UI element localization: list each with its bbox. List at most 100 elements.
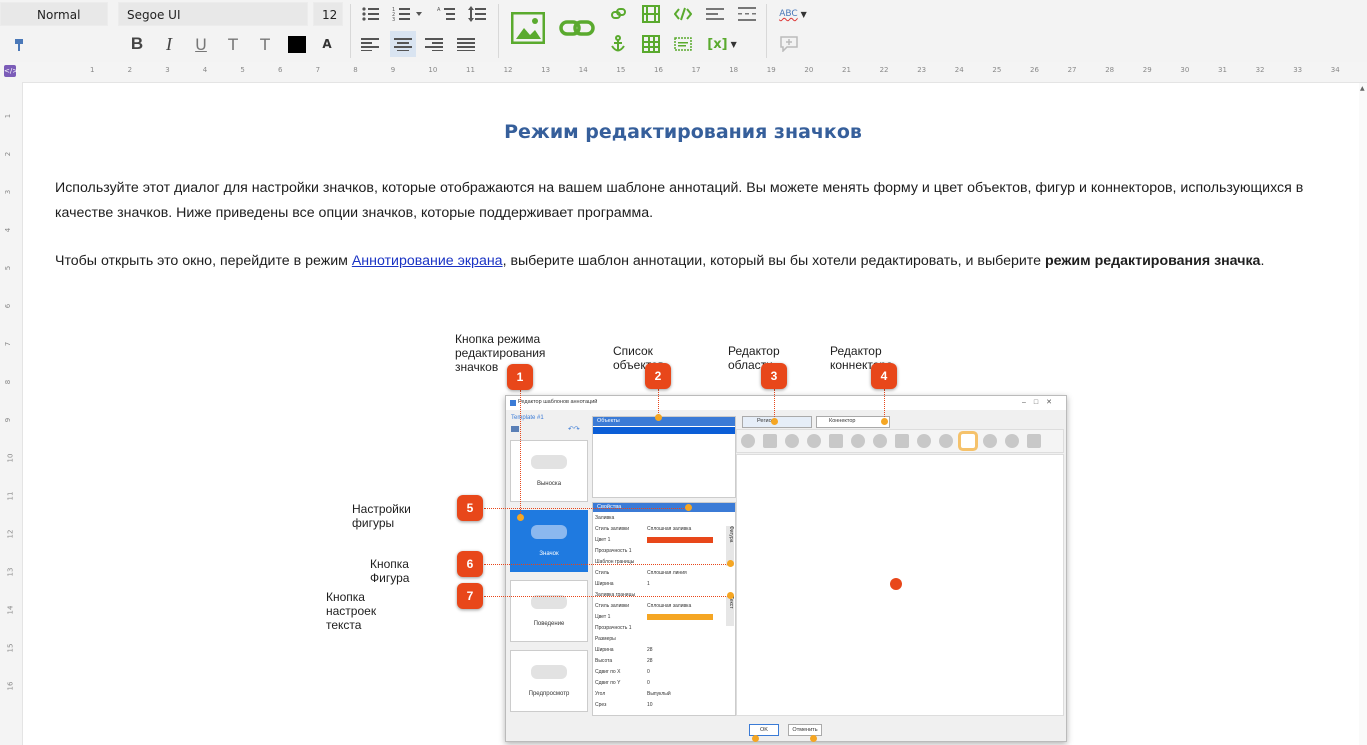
shape-option-icon[interactable]: [785, 434, 799, 448]
insert-image-icon[interactable]: [510, 10, 546, 46]
property-value[interactable]: 10: [647, 702, 653, 708]
numbered-list-icon[interactable]: 123: [391, 3, 427, 25]
vertical-ruler-number: 12: [6, 529, 15, 539]
align-center-icon[interactable]: [390, 31, 416, 57]
justify-icon[interactable]: [455, 33, 477, 55]
vertical-ruler-number: 2: [4, 151, 13, 157]
shape-option-icon[interactable]: [851, 434, 865, 448]
comment-icon[interactable]: [778, 33, 800, 55]
page-break-icon[interactable]: [736, 3, 758, 25]
text-box-icon[interactable]: [672, 33, 694, 55]
property-value[interactable]: Сплошная заливка: [647, 526, 691, 532]
font-color-button[interactable]: [286, 33, 308, 55]
table-icon[interactable]: [640, 33, 662, 55]
vertical-ruler-number: 3: [4, 189, 13, 195]
shape-option-icon[interactable]: [873, 434, 887, 448]
color-swatch[interactable]: [647, 537, 713, 543]
callout-line-5: [484, 508, 688, 509]
shape-option-icon[interactable]: [763, 434, 777, 448]
ruler-number: 28: [1105, 66, 1115, 74]
property-name: Цвет 1: [595, 614, 611, 620]
underline-button[interactable]: U: [190, 33, 212, 55]
objects-selected-row[interactable]: [593, 427, 735, 434]
window-title: Редактор шаблонов аннотаций: [518, 399, 598, 405]
ruler-number: 33: [1293, 66, 1303, 74]
source-code-icon[interactable]: </>: [4, 65, 18, 77]
color-swatch[interactable]: [647, 614, 713, 620]
insert-link-icon[interactable]: [558, 14, 596, 42]
callout-line-3: [774, 389, 775, 421]
property-name: Заливка границы: [595, 592, 636, 598]
bold-button[interactable]: B: [126, 33, 148, 55]
property-value[interactable]: Выпуклый: [647, 691, 671, 697]
line-spacing-icon[interactable]: [466, 3, 488, 25]
scroll-up-icon[interactable]: ▲: [1360, 85, 1365, 92]
ruler-number: 13: [541, 66, 551, 74]
screen-annotation-link[interactable]: Аннотирование экрана: [352, 253, 503, 269]
property-row: Ширина 1: [595, 581, 731, 587]
property-name: Ширина: [595, 581, 614, 587]
svg-text:3: 3: [392, 17, 395, 22]
window-titlebar: Редактор шаблонов аннотаций –□✕: [506, 396, 1066, 410]
subscript-button[interactable]: T: [222, 33, 244, 55]
shape-option-icon[interactable]: [807, 434, 821, 448]
ruler-number: 15: [616, 66, 626, 74]
shape-option-icon[interactable]: [895, 434, 909, 448]
property-value[interactable]: 1: [647, 581, 650, 587]
vertical-ruler-number: 9: [4, 417, 13, 423]
property-row: Стиль Сплошная линия: [595, 570, 731, 576]
connector-tab[interactable]: Коннектор: [816, 416, 890, 428]
font-size-select[interactable]: 12: [313, 2, 343, 26]
mode-tile[interactable]: Выноска: [510, 440, 588, 502]
property-value[interactable]: 0: [647, 680, 650, 686]
align-right-icon[interactable]: [423, 33, 445, 55]
shape-option-icon[interactable]: [1005, 434, 1019, 448]
style-select[interactable]: Normal: [0, 2, 108, 26]
paragraph-icon[interactable]: [704, 3, 726, 25]
preview-canvas[interactable]: [736, 454, 1064, 716]
cancel-button[interactable]: Отменить: [788, 724, 822, 736]
format-painter-icon[interactable]: [8, 34, 30, 56]
spell-check-button[interactable]: ABC ▼: [776, 3, 810, 25]
property-row: Цвет 1: [595, 614, 731, 620]
undo-redo-icons: ↶↷: [568, 426, 580, 433]
highlight-button[interactable]: A: [316, 33, 338, 55]
shape-option-icon[interactable]: [961, 434, 975, 448]
multilevel-list-icon[interactable]: A: [435, 3, 457, 25]
callout-line-2: [658, 389, 659, 417]
link-chain-icon[interactable]: [607, 3, 629, 25]
html-code-icon[interactable]: [672, 3, 694, 25]
shape-option-icon[interactable]: [917, 434, 931, 448]
vertical-scrollbar[interactable]: ▲: [1359, 83, 1367, 745]
ruler-number: 32: [1255, 66, 1265, 74]
property-value[interactable]: 0: [647, 669, 650, 675]
horizontal-ruler[interactable]: </> 1 2 3 4 5 6 7 8 9 10 11 12 13 14 15 16 17 18 19 20 21 22 2…: [0, 62, 1367, 83]
anchor-icon[interactable]: [607, 33, 629, 55]
shape-option-icon[interactable]: [1027, 434, 1041, 448]
text-side-tab[interactable]: Текст: [726, 596, 734, 626]
mode-tile[interactable]: Поведение: [510, 580, 588, 642]
font-select[interactable]: Segoe UI: [118, 2, 308, 26]
bullet-list-icon[interactable]: [359, 3, 381, 25]
align-left-icon[interactable]: [359, 33, 381, 55]
shape-option-icon[interactable]: [939, 434, 953, 448]
shape-option-icon[interactable]: [829, 434, 843, 448]
property-value[interactable]: Сплошная заливка: [647, 603, 691, 609]
callout-dot-6: [727, 560, 734, 567]
ruler-number: 7: [315, 66, 321, 74]
video-icon[interactable]: [640, 3, 662, 25]
vertical-ruler[interactable]: 1 2 3 4 5 6 7 8 9 10 11 12 13 14 15 16: [0, 82, 23, 745]
tile-preview-icon: [531, 595, 567, 609]
italic-button[interactable]: I: [158, 33, 180, 55]
property-value[interactable]: 28: [647, 647, 653, 653]
property-value[interactable]: 28: [647, 658, 653, 664]
insert-variable-button[interactable]: [x] ▼: [704, 33, 740, 55]
tile-label: Значок: [539, 551, 559, 557]
shape-option-icon[interactable]: [983, 434, 997, 448]
property-value[interactable]: Сплошная линия: [647, 570, 687, 576]
mode-tile[interactable]: Предпросмотр: [510, 650, 588, 712]
superscript-button[interactable]: T: [254, 33, 276, 55]
shape-option-icon[interactable]: [741, 434, 755, 448]
badge-6: 6: [457, 551, 483, 577]
instructions-text-middle: , выберите шаблон аннотации, который вы …: [502, 253, 1045, 269]
